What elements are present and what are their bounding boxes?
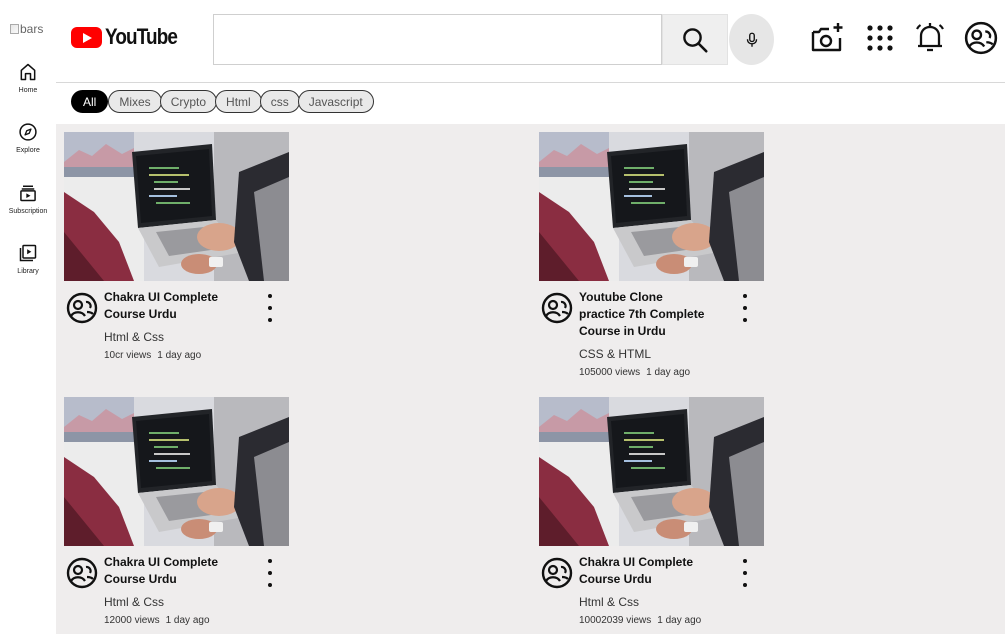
library-icon — [19, 244, 37, 262]
video-meta: 10002039 views 1 day ago — [579, 615, 701, 626]
video-grid: Chakra UI Complete Course Urdu Html & Cs… — [56, 124, 1005, 634]
home-icon — [20, 63, 36, 81]
channel-name[interactable]: Html & Css — [104, 595, 164, 609]
compass-icon — [19, 123, 37, 141]
view-count: 12000 views — [104, 615, 160, 626]
upload-age: 1 day ago — [165, 615, 210, 626]
video-thumbnail[interactable] — [539, 132, 764, 281]
sidebar-item-label: Subscription — [8, 208, 48, 215]
sidebar-item-home[interactable]: Home — [0, 62, 56, 94]
video-thumbnail[interactable] — [64, 132, 289, 281]
upload-age: 1 day ago — [657, 615, 702, 626]
chip-mixes[interactable]: Mixes — [108, 90, 162, 113]
search-button[interactable] — [662, 14, 728, 65]
upload-age: 1 day ago — [157, 350, 202, 361]
sidebar-item-subscription[interactable]: Subscription — [0, 183, 56, 215]
video-meta: 12000 views 1 day ago — [104, 615, 210, 626]
more-options-icon[interactable] — [739, 294, 751, 322]
view-count: 10cr views — [104, 350, 152, 361]
notifications-bell-icon — [916, 23, 944, 52]
channel-avatar-icon[interactable] — [541, 557, 573, 589]
video-title[interactable]: Chakra UI Complete Course Urdu — [104, 289, 234, 323]
more-options-icon[interactable] — [264, 294, 276, 322]
create-video-button[interactable] — [809, 20, 845, 56]
filter-chips-bar: All Mixes Crypto Html css Javascript — [71, 90, 374, 113]
video-title[interactable]: Chakra UI Complete Course Urdu — [579, 554, 709, 588]
chip-all[interactable]: All — [71, 90, 109, 113]
video-thumbnail[interactable] — [539, 397, 764, 546]
channel-name[interactable]: Html & Css — [104, 330, 164, 344]
channel-name[interactable]: Html & Css — [579, 595, 639, 609]
sidebar-item-library[interactable]: Library — [0, 243, 56, 275]
header-divider — [56, 82, 1005, 83]
video-title[interactable]: Chakra UI Complete Course Urdu — [104, 554, 234, 588]
apps-button[interactable] — [862, 20, 898, 56]
upload-age: 1 day ago — [646, 367, 691, 378]
video-meta: 10cr views 1 day ago — [104, 350, 201, 361]
voice-search-button[interactable] — [729, 14, 774, 65]
account-avatar-icon — [964, 21, 998, 55]
video-meta: 105000 views 1 day ago — [579, 367, 690, 378]
more-options-icon[interactable] — [739, 559, 751, 587]
sidebar: bars Home Explore Subscription Library — [0, 0, 56, 634]
chip-css[interactable]: css — [259, 90, 300, 113]
chip-html[interactable]: Html — [215, 90, 262, 113]
youtube-logo[interactable]: YouTube — [71, 24, 189, 50]
sidebar-item-label: Explore — [16, 147, 40, 154]
notifications-button[interactable] — [912, 20, 948, 56]
view-count: 105000 views — [579, 367, 641, 378]
search-input[interactable] — [213, 14, 662, 65]
chip-crypto[interactable]: Crypto — [159, 90, 218, 113]
view-count: 10002039 views — [579, 615, 652, 626]
subscriptions-icon — [20, 185, 36, 202]
search-icon — [683, 27, 708, 53]
youtube-play-icon — [71, 26, 102, 48]
more-options-icon[interactable] — [264, 559, 276, 587]
apps-grid-icon — [867, 25, 893, 51]
channel-name[interactable]: CSS & HTML — [579, 347, 651, 361]
menu-bars-icon[interactable]: bars — [10, 22, 43, 36]
channel-avatar-icon[interactable] — [541, 292, 573, 324]
menu-bars-alt-text: bars — [20, 22, 44, 36]
channel-avatar-icon[interactable] — [66, 557, 98, 589]
create-video-icon — [811, 23, 843, 52]
chip-javascript[interactable]: Javascript — [297, 90, 374, 113]
sidebar-item-explore[interactable]: Explore — [0, 122, 56, 154]
sidebar-item-label: Library — [17, 268, 39, 275]
video-title[interactable]: Youtube Clone practice 7th Complete Cour… — [579, 289, 709, 340]
video-thumbnail[interactable] — [64, 397, 289, 546]
logo-text: YouTube — [105, 24, 178, 49]
sidebar-item-label: Home — [18, 87, 38, 94]
mic-icon — [746, 32, 757, 47]
account-button[interactable] — [963, 20, 999, 56]
channel-avatar-icon[interactable] — [66, 292, 98, 324]
